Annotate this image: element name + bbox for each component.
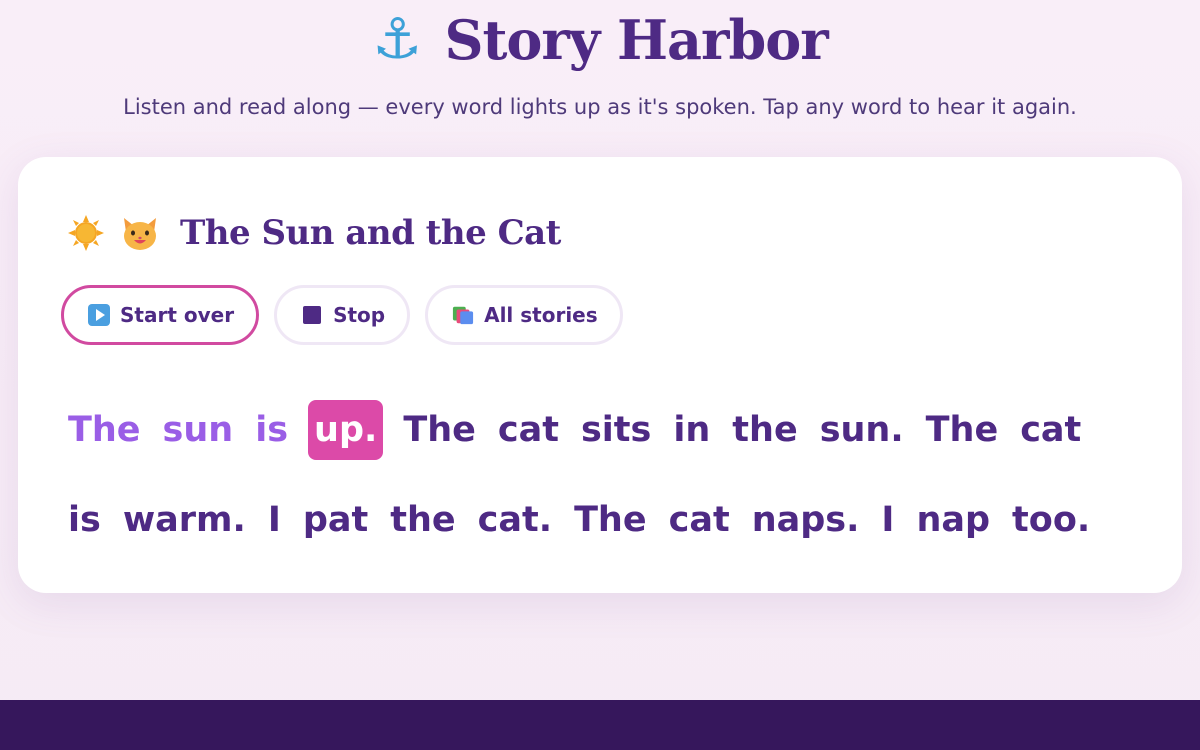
- story-word[interactable]: I: [879, 490, 896, 550]
- sun-icon: [66, 213, 106, 253]
- story-title-row: The Sun and the Cat: [66, 209, 561, 257]
- story-word[interactable]: warm.: [121, 490, 248, 550]
- all-stories-label: All stories: [484, 303, 598, 327]
- story-word[interactable]: sun: [161, 400, 236, 460]
- story-text: The sun is up. The cat sits in the sun. The catis wa…: [66, 385, 1146, 565]
- start-over-label: Start over: [120, 303, 235, 327]
- story-word[interactable]: The: [401, 400, 478, 460]
- tagline: Listen and read along — every word light…: [123, 95, 1077, 119]
- story-word[interactable]: is: [66, 490, 103, 550]
- story-word[interactable]: pat: [301, 490, 370, 550]
- stop-button[interactable]: Stop: [274, 285, 411, 345]
- story-word[interactable]: sits: [579, 400, 653, 460]
- current-word[interactable]: up.: [308, 400, 384, 460]
- play-icon: [88, 304, 110, 326]
- story-word[interactable]: sun.: [818, 400, 906, 460]
- books-icon: [452, 304, 474, 326]
- story-word[interactable]: I: [266, 490, 283, 550]
- story-title: The Sun and the Cat: [180, 213, 561, 253]
- app-title: ⚓ Story Harbor: [0, 4, 1200, 76]
- story-word[interactable]: The: [66, 400, 143, 460]
- story-word[interactable]: nap: [914, 490, 992, 550]
- all-stories-button[interactable]: All stories: [425, 285, 623, 345]
- footer-bar: [0, 700, 1200, 750]
- story-word[interactable]: cat.: [476, 490, 554, 550]
- story-word[interactable]: too.: [1010, 490, 1092, 550]
- cat-face-icon: [120, 213, 160, 253]
- stop-icon: [301, 304, 323, 326]
- app-title-text: Story Harbor: [444, 8, 828, 72]
- story-word[interactable]: The: [572, 490, 649, 550]
- story-word[interactable]: in: [671, 400, 712, 460]
- story-word[interactable]: the: [730, 400, 799, 460]
- story-card: The Sun and the Cat Start over Stop All …: [18, 157, 1182, 593]
- story-word[interactable]: the: [388, 490, 457, 550]
- story-word[interactable]: cat: [667, 490, 732, 550]
- story-word[interactable]: is: [253, 400, 290, 460]
- story-word[interactable]: cat: [496, 400, 561, 460]
- story-word[interactable]: cat: [1018, 400, 1083, 460]
- story-word[interactable]: naps.: [750, 490, 862, 550]
- stop-label: Stop: [333, 303, 386, 327]
- story-word[interactable]: The: [924, 400, 1001, 460]
- anchor-icon: ⚓: [372, 7, 423, 72]
- story-controls: Start over Stop All stories: [61, 285, 623, 345]
- start-over-button[interactable]: Start over: [61, 285, 260, 345]
